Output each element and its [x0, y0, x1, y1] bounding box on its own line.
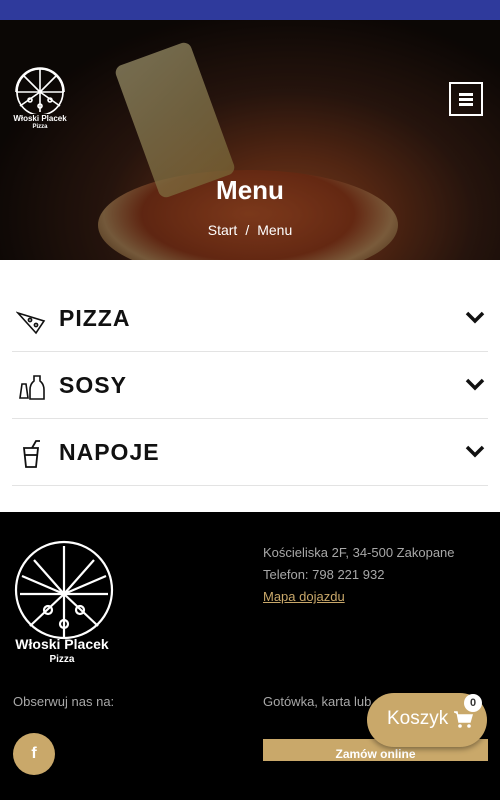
- chevron-down-icon: [465, 311, 485, 324]
- logo-sub: Pizza: [32, 124, 48, 130]
- payment-info: Gotówka, karta lub: [263, 694, 372, 709]
- chevron-down-icon: [465, 445, 485, 458]
- top-bar: [0, 0, 500, 20]
- hero-banner: Włoski Placek Pizza Menu Start / Menu: [0, 20, 500, 260]
- hamburger-icon: [459, 91, 473, 108]
- footer-logo-icon: [14, 540, 114, 640]
- breadcrumb-current: Menu: [257, 222, 293, 238]
- footer: Włoski Placek Pizza Kościeliska 2F, 34-5…: [0, 512, 500, 800]
- breadcrumb: Start / Menu: [0, 222, 500, 238]
- hamburger-menu-button[interactable]: [449, 82, 483, 116]
- shopping-cart-icon: [454, 711, 473, 728]
- category-napoje[interactable]: NAPOJE: [12, 419, 488, 486]
- cart-label: Koszyk: [387, 708, 449, 729]
- category-sosy[interactable]: SOSY: [12, 352, 488, 419]
- logo-name: Włoski Placek: [13, 114, 67, 123]
- cart-button[interactable]: Koszyk 0: [367, 693, 487, 747]
- phone: Telefon: 798 221 932: [263, 567, 385, 582]
- contact-info: Kościeliska 2F, 34-500 Zakopane Telefon:…: [263, 542, 455, 608]
- address: Kościeliska 2F, 34-500 Zakopane: [263, 545, 455, 560]
- pizza-slice-icon: [16, 311, 46, 335]
- category-label: SOSY: [59, 372, 127, 398]
- category-pizza[interactable]: PIZZA: [12, 285, 488, 352]
- logo[interactable]: Włoski Placek Pizza: [10, 62, 70, 134]
- category-label: PIZZA: [59, 305, 131, 331]
- sauce-bottle-icon: [19, 375, 45, 400]
- map-link[interactable]: Mapa dojazdu: [263, 589, 345, 604]
- category-label: NAPOJE: [59, 439, 160, 465]
- menu-categories: PIZZA SOSY NAPOJE: [0, 260, 500, 512]
- breadcrumb-separator: /: [245, 222, 250, 238]
- cart-count-badge: 0: [464, 694, 482, 712]
- chevron-down-icon: [465, 378, 485, 391]
- drink-cup-icon: [23, 440, 40, 468]
- logo-icon: [15, 67, 65, 116]
- breadcrumb-home-link[interactable]: Start: [208, 222, 238, 238]
- follow-label: Obserwuj nas na:: [13, 694, 115, 709]
- facebook-icon[interactable]: f: [13, 733, 55, 775]
- footer-logo-name: Włoski Placek: [15, 636, 109, 652]
- footer-logo-sub: Pizza: [49, 654, 75, 665]
- page-title: Menu: [216, 175, 284, 205]
